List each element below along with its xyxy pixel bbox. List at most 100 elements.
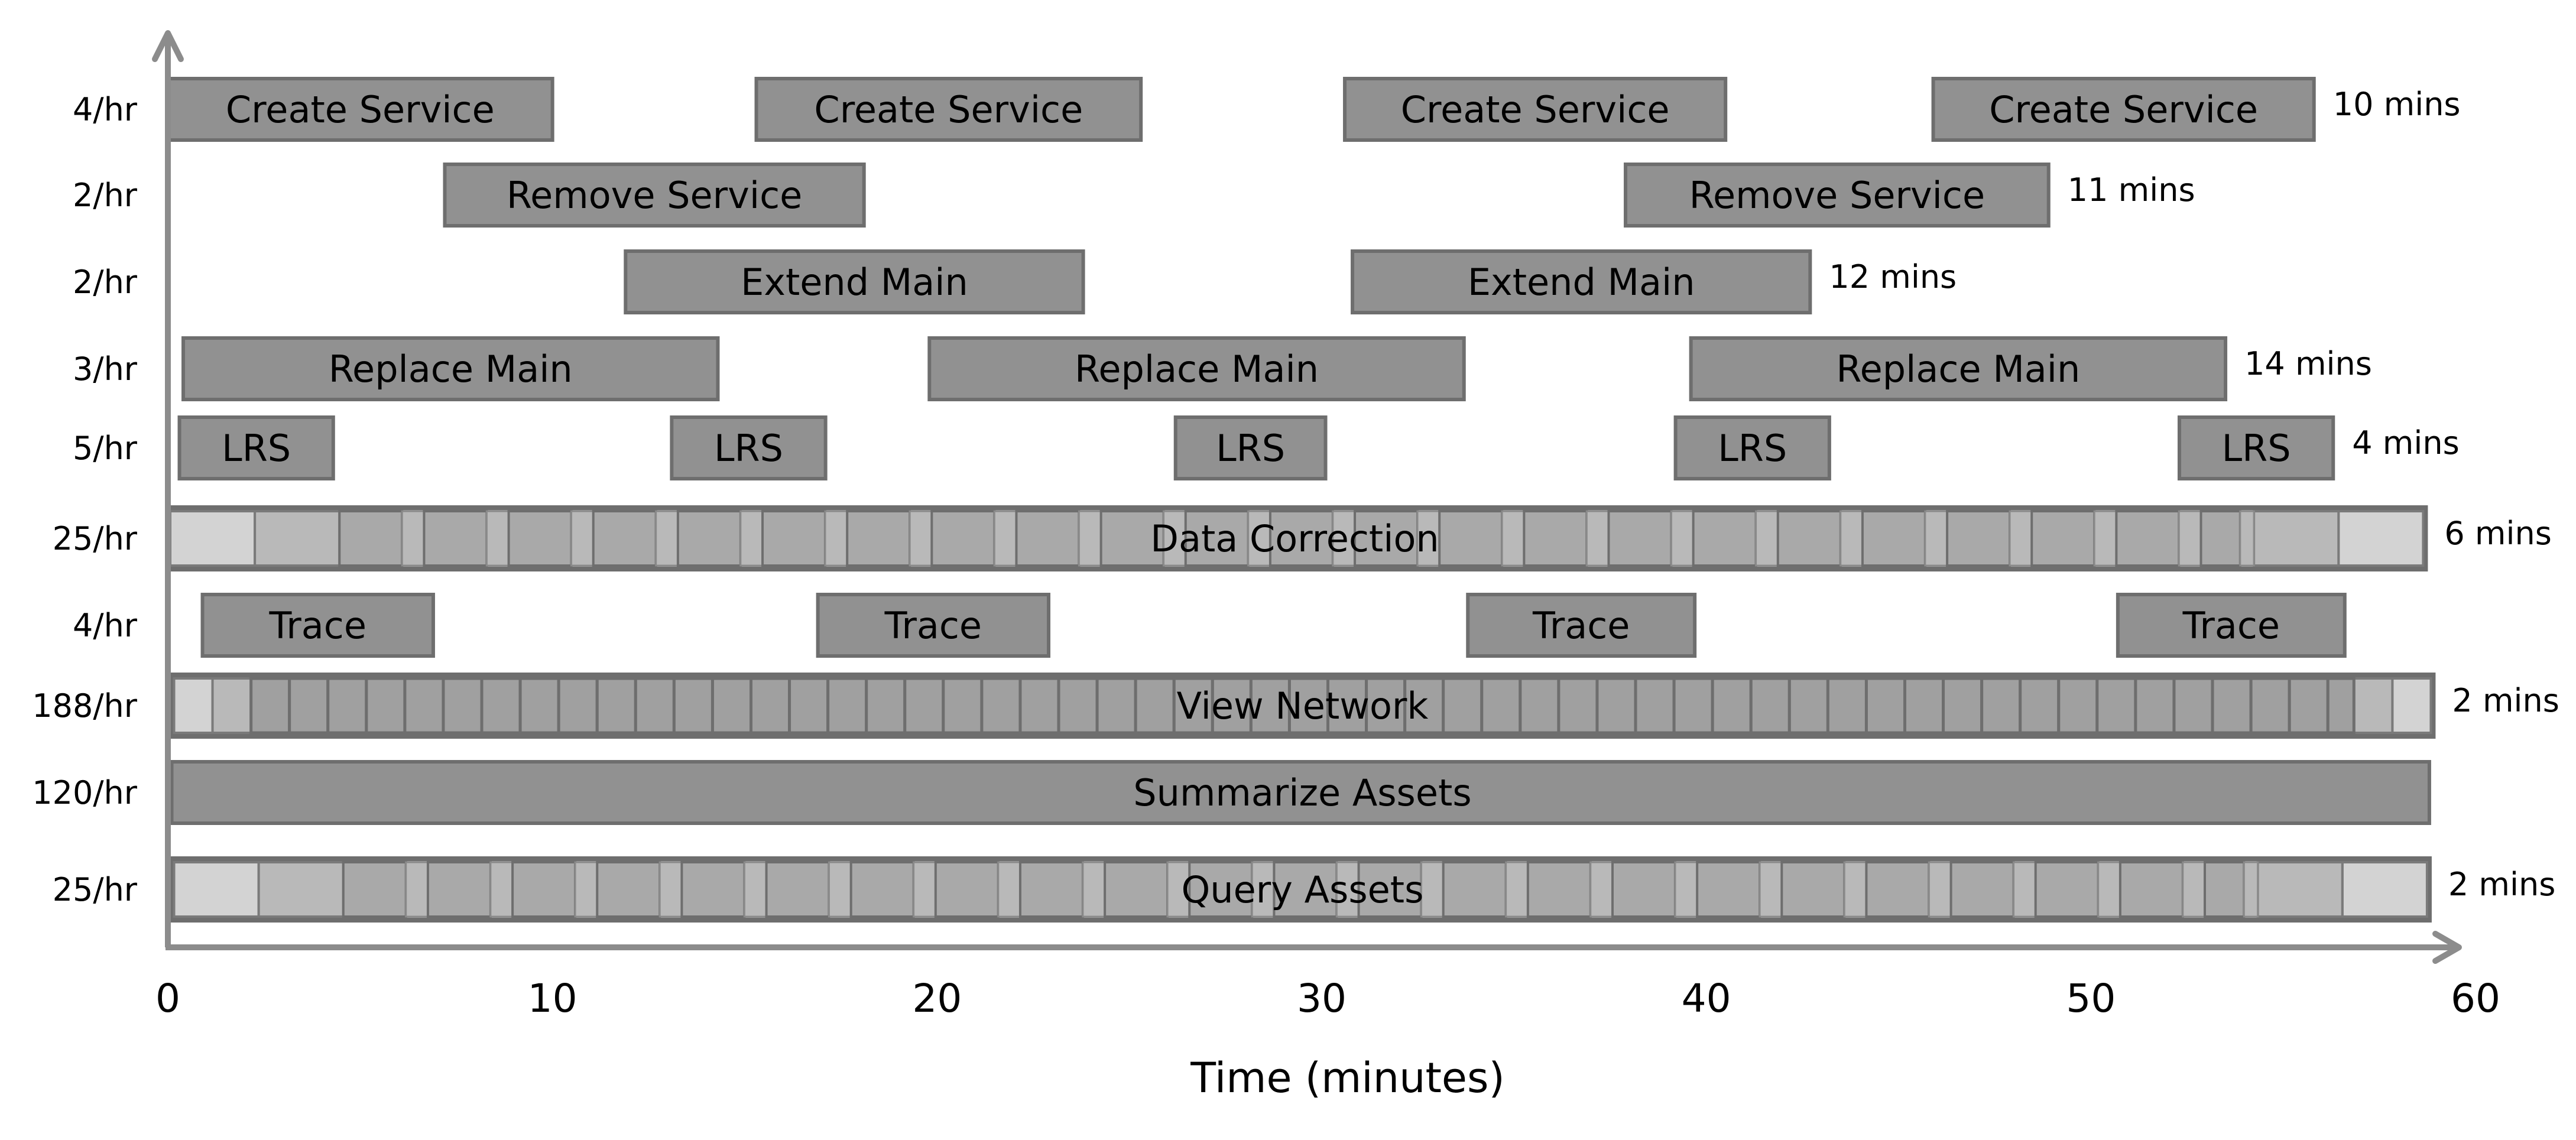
bar-trace: Trace (200, 593, 435, 658)
segment (1104, 861, 1169, 918)
duration-label: 12 mins (1829, 258, 1957, 295)
segment (1015, 510, 1081, 567)
rate-label: 2/hr (73, 264, 138, 301)
bar-trace: Trace (1466, 593, 1697, 658)
segment (595, 677, 637, 735)
segment-overlap (1843, 861, 1867, 918)
bar-remove-service: Remove Service (1624, 163, 2051, 228)
segment (761, 510, 826, 567)
segment (934, 861, 1000, 918)
bar-create-service: Create Service (1931, 77, 2316, 142)
bar-label: Extend Main (741, 261, 968, 304)
row-lrs: 5/hr LRS LRS LRS LRS LRS 4 mins (73, 415, 2460, 480)
segment-overlap (1501, 510, 1525, 567)
gantt-chart: 4/hr Create Service Create Service Create S… (32, 30, 2559, 1102)
segment-ramp (211, 677, 252, 734)
segment-overlap (1082, 861, 1106, 918)
segment-overlap (2182, 861, 2206, 918)
row-summarize-assets: 120/hr Summarize Assets (32, 760, 2431, 825)
segment-overlap (485, 510, 510, 567)
segment (1672, 677, 1714, 735)
segment-overlap (743, 861, 768, 918)
segment (2249, 677, 2291, 735)
segment (2034, 861, 2100, 918)
segment-ramp-start (173, 677, 214, 734)
duration-label: 2 mins (2452, 682, 2559, 719)
x-tick-label: 0 (155, 976, 180, 1021)
segment-overlap (1755, 510, 1779, 567)
bar-label: LRS (1216, 427, 1285, 470)
segment (2115, 510, 2181, 567)
bar-view-network: View Network (169, 673, 2436, 739)
rate-label: 4/hr (73, 91, 138, 128)
segment-overlap (1585, 510, 1610, 567)
segment (1523, 510, 1588, 567)
segment (1865, 861, 1931, 918)
segment (1519, 677, 1560, 735)
segment-overlap (828, 861, 852, 918)
bar-label: Trace (269, 604, 366, 647)
bar-data-correction: Data Correction (166, 505, 2428, 571)
bar-replace-main: Replace Main (1689, 336, 2228, 401)
segment (326, 677, 368, 735)
x-tick-label: 50 (2066, 976, 2116, 1021)
rows-layer: 4/hr Create Service Create Service Create S… (32, 77, 2559, 923)
duration-label: 6 mins (2444, 515, 2552, 552)
segment (1749, 677, 1791, 735)
segment (2019, 677, 2061, 735)
bar-create-service: Create Service (754, 77, 1143, 142)
segment (680, 861, 746, 918)
x-tick-labels: 0 10 20 30 40 50 60 (155, 976, 2500, 1021)
segment (403, 677, 445, 735)
segment (1980, 677, 2022, 735)
segment (2118, 861, 2184, 918)
segment-overlap (489, 861, 514, 918)
rate-label: 25/hr (53, 520, 138, 557)
rate-label: 188/hr (32, 687, 137, 725)
segment-overlap (997, 861, 1021, 918)
row-create-service: 4/hr Create Service Create Service Create S… (73, 77, 2461, 142)
row-remove-service: 2/hr Remove Service Remove Service 11 mins (73, 163, 2195, 228)
segment (865, 677, 907, 735)
segment (1692, 510, 1757, 567)
segment-overlap (658, 861, 683, 918)
segment (1787, 677, 1829, 735)
segment (710, 677, 753, 735)
bar-label: Remove Service (507, 174, 802, 217)
x-tick-label: 30 (1297, 976, 1347, 1021)
segment (1438, 510, 1504, 567)
duration-label: 11 mins (2068, 171, 2195, 209)
bar-label: Create Service (226, 88, 495, 131)
segment (1442, 861, 1507, 918)
segment-overlap (1759, 861, 1783, 918)
bar-extend-main: Extend Main (624, 249, 1085, 314)
bar-create-service: Create Service (166, 77, 554, 142)
segment-overlap (909, 510, 933, 567)
segment (1480, 677, 1522, 735)
segment-overlap (574, 861, 598, 918)
segment-ramp (2353, 677, 2394, 734)
segment-overlap (1420, 861, 1445, 918)
segment (2095, 677, 2137, 735)
segment (1057, 677, 1099, 735)
duration-label: 2 mins (2448, 866, 2556, 903)
segment (1607, 510, 1673, 567)
segment (518, 677, 560, 735)
segment (826, 677, 868, 735)
segment (338, 510, 404, 567)
segment-overlap (739, 510, 764, 567)
segment (2134, 677, 2176, 735)
bar-lrs: LRS (670, 415, 828, 480)
row-view-network: 188/hr View Network 2 mins (32, 673, 2559, 739)
segment-overlap (2178, 510, 2202, 567)
segment (676, 510, 742, 567)
bar-label: Extend Main (1468, 261, 1695, 304)
duration-label: 10 mins (2333, 86, 2461, 123)
segment-ramp-end (2341, 861, 2428, 918)
bar-lrs: LRS (2177, 415, 2335, 480)
segment-overlap (1924, 510, 1948, 567)
bar-label: Replace Main (1075, 347, 1319, 391)
x-tick-label: 40 (1682, 976, 1731, 1021)
segment (249, 677, 291, 735)
segment-overlap (1839, 510, 1864, 567)
